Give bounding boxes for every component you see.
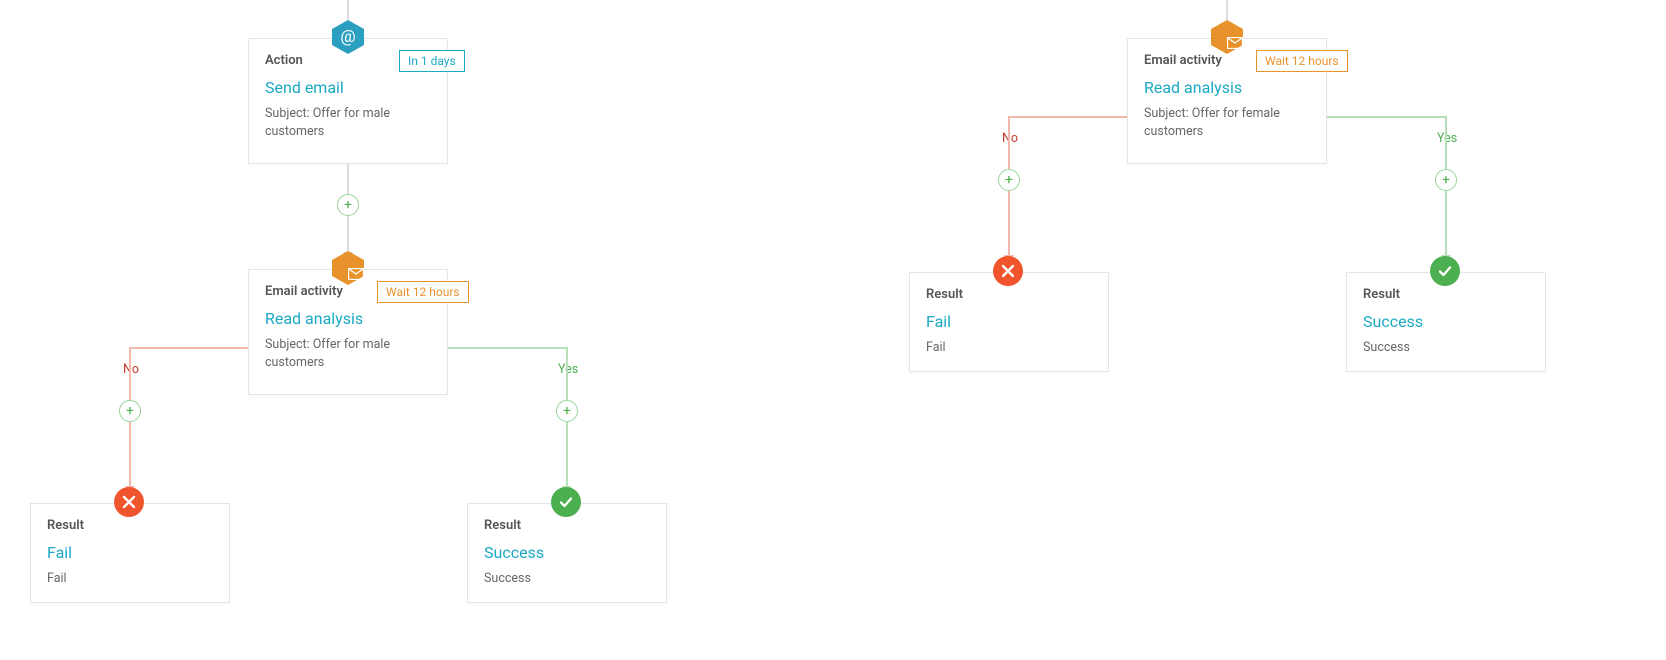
workflow-canvas: Action Send email Subject: Offer for mal… [0, 0, 1666, 660]
node-subject: Subject: Offer for male customers [265, 336, 431, 371]
connector-line [566, 347, 568, 400]
node-title: Success [1363, 312, 1529, 331]
branch-label-yes: Yes [1437, 131, 1457, 146]
node-sub: Fail [926, 339, 1092, 357]
connector-line [1226, 0, 1228, 20]
node-subject: Subject: Offer for male customers [265, 105, 431, 140]
connector-line [347, 164, 349, 194]
branch-label-yes: Yes [558, 362, 578, 377]
success-icon [551, 487, 581, 517]
node-title: Fail [926, 312, 1092, 331]
connector-line [1008, 191, 1010, 255]
node-category: Result [47, 518, 213, 533]
branch-label-no: No [1002, 131, 1018, 146]
connector-line [1327, 116, 1447, 118]
connector-line [1445, 116, 1447, 169]
connector-line [1445, 191, 1447, 255]
envelope-icon [330, 250, 366, 286]
at-icon: @ [330, 19, 366, 55]
node-sub: Success [484, 570, 650, 588]
success-icon [1430, 256, 1460, 286]
connector-line [448, 347, 568, 349]
connector-line [347, 216, 349, 252]
fail-icon [993, 256, 1023, 286]
branch-label-no: No [123, 362, 139, 377]
node-title: Success [484, 543, 650, 562]
node-title: Read analysis [1144, 78, 1310, 97]
connector-line [129, 347, 131, 400]
node-subject: Subject: Offer for female customers [1144, 105, 1310, 140]
connector-line [566, 422, 568, 486]
node-sub: Success [1363, 339, 1529, 357]
delay-badge: In 1 days [399, 50, 465, 72]
connector-line [1008, 116, 1010, 169]
result-node-fail[interactable]: Result Fail Fail [909, 272, 1109, 372]
add-step-button[interactable]: + [556, 400, 578, 422]
add-step-button[interactable]: + [1435, 169, 1457, 191]
add-step-button[interactable]: + [998, 169, 1020, 191]
result-node-fail[interactable]: Result Fail Fail [30, 503, 230, 603]
node-title: Read analysis [265, 309, 431, 328]
connector-line [1009, 116, 1127, 118]
wait-badge: Wait 12 hours [377, 281, 469, 303]
add-step-button[interactable]: + [119, 400, 141, 422]
node-title: Fail [47, 543, 213, 562]
node-category: Result [484, 518, 650, 533]
envelope-icon [1209, 19, 1245, 55]
result-node-success[interactable]: Result Success Success [467, 503, 667, 603]
result-node-success[interactable]: Result Success Success [1346, 272, 1546, 372]
node-category: Result [926, 287, 1092, 302]
connector-line [129, 422, 131, 486]
node-category: Result [1363, 287, 1529, 302]
node-sub: Fail [47, 570, 213, 588]
connector-line [130, 347, 248, 349]
node-title: Send email [265, 78, 431, 97]
wait-badge: Wait 12 hours [1256, 50, 1348, 72]
add-step-button[interactable]: + [337, 194, 359, 216]
fail-icon [114, 487, 144, 517]
connector-line [347, 0, 349, 20]
